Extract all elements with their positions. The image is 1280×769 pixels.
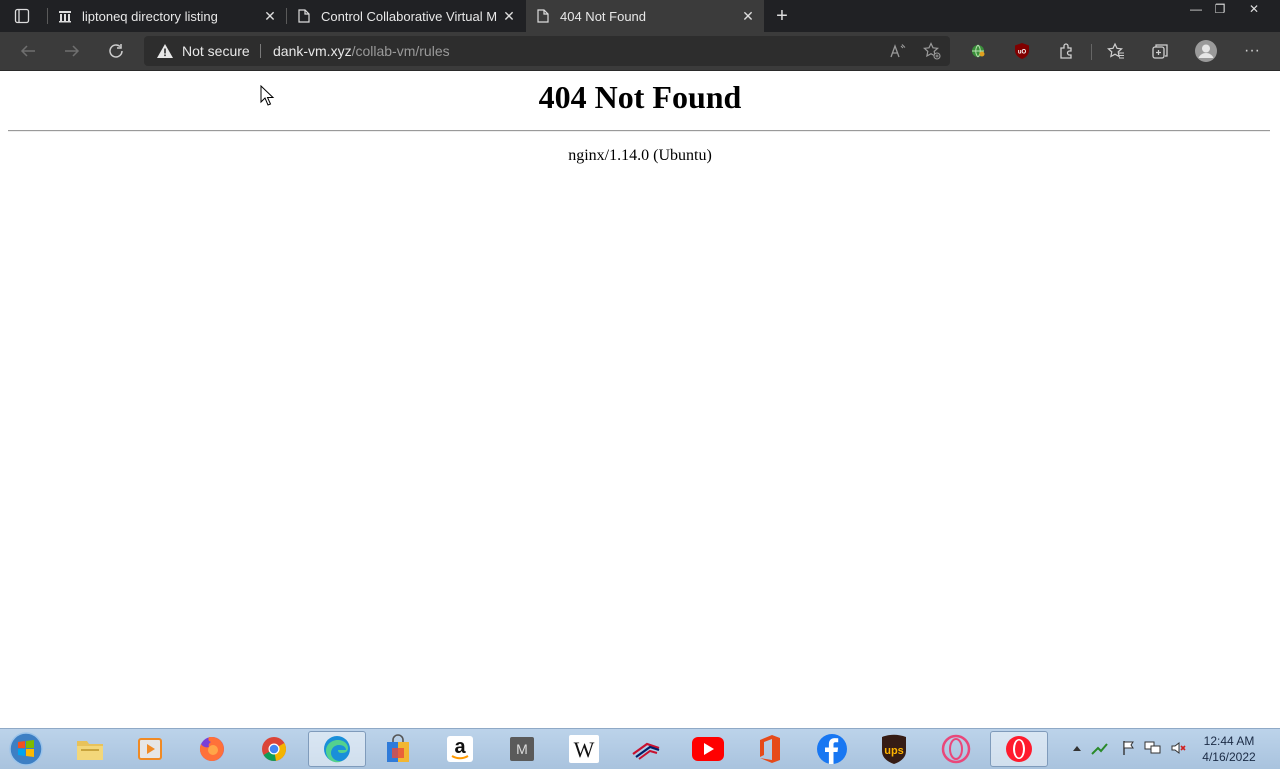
mouse-cursor-icon xyxy=(260,84,276,112)
extensions-puzzle-icon[interactable] xyxy=(1053,37,1081,65)
svg-text:ups: ups xyxy=(884,745,904,757)
url-host: dank-vm.xyz xyxy=(273,43,352,59)
svg-text:W: W xyxy=(574,737,595,762)
edge-icon[interactable] xyxy=(308,731,366,767)
tab-strip: liptoneq directory listing ✕ Control Col… xyxy=(0,0,1280,32)
page-icon xyxy=(297,9,311,23)
page-title: 404 Not Found xyxy=(538,79,742,115)
window-close-button[interactable]: ✕ xyxy=(1240,0,1268,18)
m-app-icon[interactable]: M xyxy=(496,731,548,767)
tab-actions-icon[interactable] xyxy=(12,6,32,26)
tab-control-collaborative[interactable]: Control Collaborative Virtual Ma ✕ xyxy=(287,0,525,32)
refresh-icon[interactable] xyxy=(102,37,130,65)
forward-arrow-icon[interactable] xyxy=(58,37,86,65)
action-center-flag-icon[interactable] xyxy=(1120,739,1138,757)
new-tab-button[interactable]: + xyxy=(770,4,794,28)
amazon-icon[interactable]: a xyxy=(434,731,486,767)
taskbar: a M W ups 12:44 AM 4/16/2022 xyxy=(0,728,1280,769)
divider xyxy=(8,130,1270,132)
url-path: /collab-vm/rules xyxy=(351,43,450,59)
tab-title: Control Collaborative Virtual Ma xyxy=(321,8,497,24)
media-player-icon[interactable] xyxy=(124,731,176,767)
svg-text:M: M xyxy=(516,741,528,757)
close-icon[interactable]: ✕ xyxy=(736,4,760,28)
warning-icon[interactable] xyxy=(156,43,174,64)
opera-icon[interactable] xyxy=(990,731,1048,767)
favorites-icon[interactable] xyxy=(1102,37,1130,65)
bank-of-america-icon[interactable] xyxy=(620,731,672,767)
tab-title: 404 Not Found xyxy=(560,8,647,24)
network-icon[interactable] xyxy=(1144,739,1162,757)
wikipedia-icon[interactable]: W xyxy=(558,731,610,767)
toolbar-divider xyxy=(1091,44,1092,60)
office-icon[interactable] xyxy=(744,731,796,767)
restore-button[interactable]: ❐ xyxy=(1206,0,1234,18)
ups-icon[interactable]: ups xyxy=(868,731,920,767)
building-icon xyxy=(58,9,72,23)
ublock-origin-icon[interactable]: uO xyxy=(1008,37,1036,65)
tab-liptoneq[interactable]: liptoneq directory listing ✕ xyxy=(48,0,286,32)
opera-gx-icon[interactable] xyxy=(930,731,982,767)
url-text[interactable]: dank-vm.xyz/collab-vm/rules xyxy=(273,43,450,59)
store-bag-icon[interactable] xyxy=(372,731,424,767)
add-favorite-icon[interactable] xyxy=(918,37,946,65)
page-icon xyxy=(536,9,550,23)
tab-title: liptoneq directory listing xyxy=(82,8,218,24)
close-icon[interactable]: ✕ xyxy=(258,4,282,28)
tab-404-not-found[interactable]: 404 Not Found ✕ xyxy=(526,0,764,32)
file-explorer-icon[interactable] xyxy=(64,731,116,767)
profile-avatar-icon[interactable] xyxy=(1192,37,1220,65)
clock-time: 12:44 AM xyxy=(1203,734,1255,748)
security-label[interactable]: Not secure xyxy=(182,43,250,59)
close-icon[interactable]: ✕ xyxy=(497,4,521,28)
address-bar[interactable]: Not secure dank-vm.xyz/collab-vm/rules xyxy=(144,36,950,66)
clock-date: 4/16/2022 xyxy=(1202,750,1256,764)
page-content: 404 Not Found nginx/1.14.0 (Ubuntu) xyxy=(0,71,1280,728)
network-activity-icon[interactable] xyxy=(1090,739,1108,757)
svg-text:a: a xyxy=(454,736,466,758)
system-clock[interactable]: 12:44 AM 4/16/2022 xyxy=(1194,733,1264,765)
chrome-icon[interactable] xyxy=(248,731,300,767)
address-divider xyxy=(260,44,261,58)
collections-icon[interactable] xyxy=(1146,37,1174,65)
start-button[interactable] xyxy=(6,731,46,767)
browser-toolbar: Not secure dank-vm.xyz/collab-vm/rules u… xyxy=(0,32,1280,71)
server-signature: nginx/1.14.0 (Ubuntu) xyxy=(568,147,712,164)
youtube-icon[interactable] xyxy=(682,731,734,767)
show-hidden-icons-icon[interactable] xyxy=(1068,739,1086,757)
back-arrow-icon[interactable] xyxy=(14,37,42,65)
read-aloud-icon[interactable] xyxy=(884,37,912,65)
svg-text:uO: uO xyxy=(1018,50,1027,56)
extension-globe-icon[interactable] xyxy=(964,37,992,65)
firefox-icon[interactable] xyxy=(186,731,238,767)
facebook-icon[interactable] xyxy=(806,731,858,767)
volume-muted-icon[interactable] xyxy=(1170,739,1188,757)
more-menu-icon[interactable]: ··· xyxy=(1238,37,1266,65)
